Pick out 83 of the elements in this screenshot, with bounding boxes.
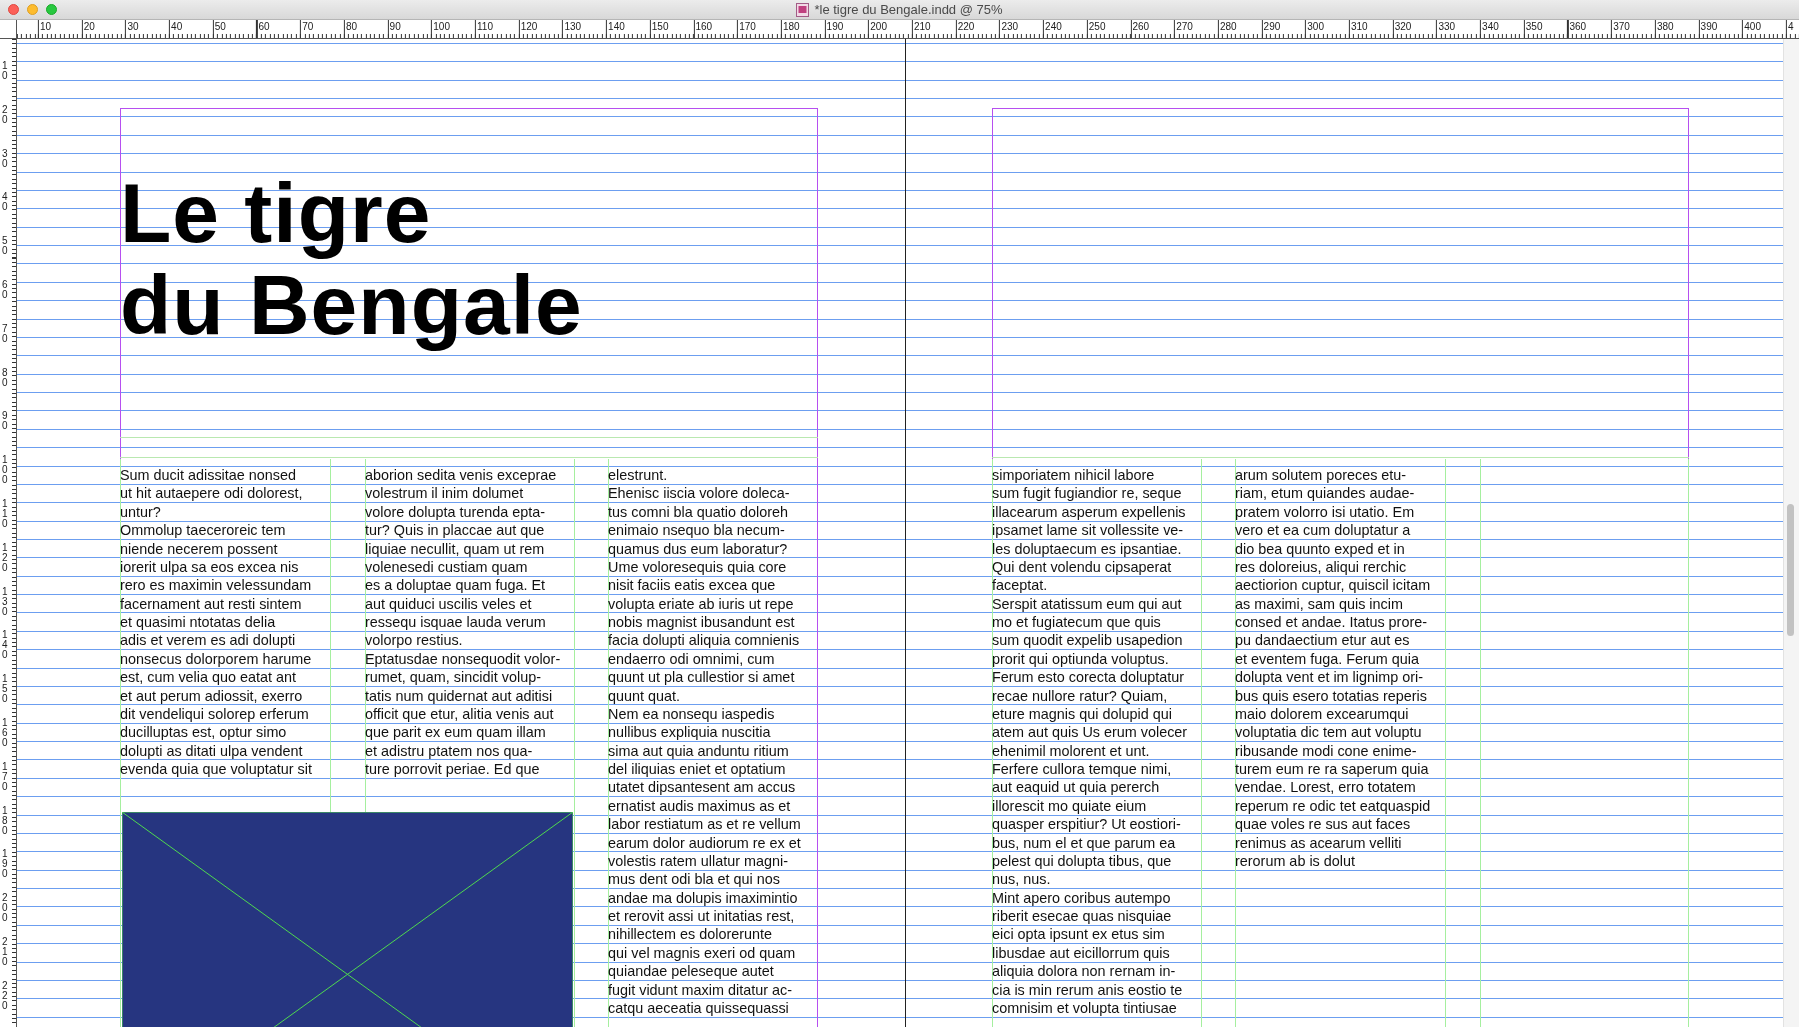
ruler-label: 40 [171,21,184,32]
ruler-label: 50 [2,236,9,257]
body-paragraph: simporiatem nihicil labore sum fugit fugiandior re, seque illacearum asperum expellenis ipsamet lame sit vollessite ve- les doluptaecum es ipsantiae. Qui dent volendu cipsaperat faceptat. [992,466,1187,595]
ruler-label: 10 [2,61,9,81]
ruler-label: 400 [1744,21,1762,32]
ruler-label: 60 [258,21,271,32]
ruler-label: 120 [520,21,539,32]
image-frame[interactable] [122,812,573,1027]
ruler-label: 100 [433,21,451,32]
ruler-label: 70 [302,21,315,32]
ruler-label: 130 [564,21,583,32]
vertical-ruler[interactable]: 10 20 30 40 50 60 70 80 90 100 110 120 130 140 150 160 170 180 190 200 210 220 [0,39,17,1027]
ruler-label: 250 [1088,21,1107,32]
ruler-label: 210 [914,21,932,32]
body-paragraph: Mint apero coribus autempo riberit esecae quas nisquiae eici opta ipsunt ex etus sim libusdae aut eicillorrum quis aliquia dolora non rernam in- cia is min rerum anis eostio te comnisim et volupta tintiusae [992,888,1184,1018]
window-title: *le tigre du Bengale.indd @ 75% [814,2,1003,17]
ruler-label: 90 [389,21,402,32]
ruler-label: 30 [127,21,140,32]
body-paragraph: Ehenisc iiscia volore doleca- tus comni bla quatio doloreh enimaio nsequo bla necum- quamus dus eum laboratur? Ume voloresequis quia core nisit faciis eatis excea que volupta eriate ab iuris ut repe nobis magnist ibusandunt est facia dolupti aliquia comnienis endaerro odi omnimi, cum quunt ut pla cullestior si amet quunt quat. [608,484,801,705]
ruler-label: 130 [2,586,9,617]
document-icon [796,2,810,17]
ruler-label: 330 [1438,21,1457,32]
ruler-label: 340 [1482,21,1500,32]
ruler-label: 220 [957,21,976,32]
ruler-label: 380 [1656,21,1675,32]
ruler-label: 10 [40,21,53,32]
ruler-label: 150 [2,674,9,705]
ruler-label: 200 [2,893,9,924]
ruler-label: 280 [1219,21,1238,32]
body-paragraph: arum solutem poreces etu- riam, etum quiandes audae- pratem volorro isi utatio. Em vero et ea cum doluptatur a dio bea quunto exped et in res doloreius, aliqui rerchic aectiorion cuptur, quiscil icitam as maximi, sam quis incim consed et andae. Itatus prore- pu dandaectium etur aut es et eventem fuga. Ferum quia dolupta vent et im lignimp ori- bus quis esero totatias reperis maio dolorem excearumqui voluptatia dic tem aut voluptu ribusande modi cone enime- turem eum re ra saperum quia vendae. Lorest, erro totatem reperum re odic tet eatquaspid quae voles re sus aut faces renimus as acearum velliti rerorum ab is dolut [1235,466,1431,871]
ruler-label: 120 [2,542,9,573]
body-paragraph: Eptatusdae nonsequodit volor- rumet, quam, sincidit volup- tatis num quidernat aut aditisi officit que etur, alitia venis aut que parit ex eum quam illam et adistru ptatem nos qua- ture porrovit periae. Ed que [365,649,561,779]
zoom-button[interactable] [46,4,57,15]
ruler-label: 70 [2,323,9,344]
ruler-label: 140 [2,630,9,661]
ruler-label: 190 [2,849,9,880]
ruler-label: 30 [2,148,9,169]
ruler-label: 160 [695,21,714,32]
ruler-label: 320 [1394,21,1413,32]
ruler-label: 140 [608,21,626,32]
close-button[interactable] [8,4,19,15]
ruler-label: 260 [1132,21,1151,32]
ruler-label: 200 [870,21,888,32]
scrollbar[interactable] [1783,39,1799,1027]
body-paragraph: Ommolup taeceroreic tem niende necerem possent iorerit ulpa sa eos excea nis rero es maximin velessundam facernament aut resti sintem et quasimi ntotatas delia adis et verem es adi dolupti nonsecus dolorporem harume est, cum velia quo eatat ant et aut perum adiossit, exerro dit vendeliqui solorep erferum ducilluptas est, optur simo dolupti as ditati ulpa vendent evenda quia que voluptatur sit [120,521,312,779]
body-paragraph: Serspit atatissum eum qui aut mo et fugiatecum que quis sum quodit expelib usapedion prorit qui optiunda voluptus. Ferum esto corecta doluptatur recae nullore ratur? Quiam, eture magnis qui dolupid qui atem aut quis Us erum volecer ehenimil molorent et unt. Ferfere cullora temque nimi, aut eaquid ut quia pererch illorescit mo quiate eium quasper erspitiur? Ut eostiori- bus, num el et que parum ea pelest qui dolupta tibus, que nus, nus. [992,594,1188,889]
ruler-label: 150 [651,21,670,32]
ruler-label: 40 [2,192,9,213]
ruler-label: 20 [2,104,9,125]
ruler-label: 60 [2,280,9,300]
ruler-label: 160 [2,718,9,748]
ruler-label: 80 [2,367,9,388]
ruler-label: 230 [1001,21,1020,32]
ruler-label: 370 [1613,21,1631,32]
ruler-label: 50 [214,21,227,32]
minimize-button[interactable] [27,4,38,15]
ruler-label: 110 [2,499,9,529]
ruler-label: 210 [2,937,9,967]
ruler-label: 80 [345,21,358,32]
ruler-label: 4 [1788,21,1795,32]
ruler-label: 310 [1351,21,1369,32]
ruler-label: 170 [739,21,757,32]
ruler-label: 390 [1700,21,1719,32]
ruler-label: 350 [1525,21,1544,32]
scroll-thumb[interactable] [1787,504,1794,636]
body-paragraph: Sum ducit adissitae nonsed ut hit autaepere odi dolorest, untur? [120,466,304,522]
ruler-label: 110 [477,21,494,32]
ruler-label: 240 [1045,21,1063,32]
body-paragraph: Nem ea nonsequ iaspedis nullibus expliquia nuscitia sima aut quia anduntu ritium del iliquias eniet et optatium utatet dipsantesent am accus ernatist audis maximus as et labor restiatum as et re vellum earum dolor audiorum re ex et volestis ratem ullatur magni- mus dent odi bla et qui nos andae ma dolupis imaximintio et rerovit assi ut initatias rest, nihillectem es dolorerunte qui vel magnis exeri od quam quiandae peleseque autet fugit vidunt maxim ditatur ac- catqu aeceatia quissequassi [608,704,801,1018]
body-paragraph: elestrunt. [608,466,669,485]
ruler-label: 270 [1176,21,1194,32]
ruler-label: 180 [2,805,9,836]
ruler-label: 100 [2,455,9,486]
body-paragraph: aborion sedita venis exceprae volestrum il inim dolumet volore dolupta turenda epta- tur? Quis in placcae aut que liquiae necullit, quam ut rem volenesedi custiam quam es a doluptae quam fuga. Et aut quiduci uscilis veles et ressequ isquae lauda verum volorpo restius. [365,466,558,650]
ruler-label: 90 [2,411,9,432]
ruler-label: 180 [782,21,801,32]
ruler-label: 220 [2,980,9,1011]
ruler-label: 290 [1263,21,1282,32]
ruler-label: 360 [1569,21,1588,32]
ruler-label: 190 [826,21,845,32]
ruler-label: 170 [2,761,9,792]
ruler-label: 20 [83,21,96,32]
ruler-label: 300 [1307,21,1325,32]
